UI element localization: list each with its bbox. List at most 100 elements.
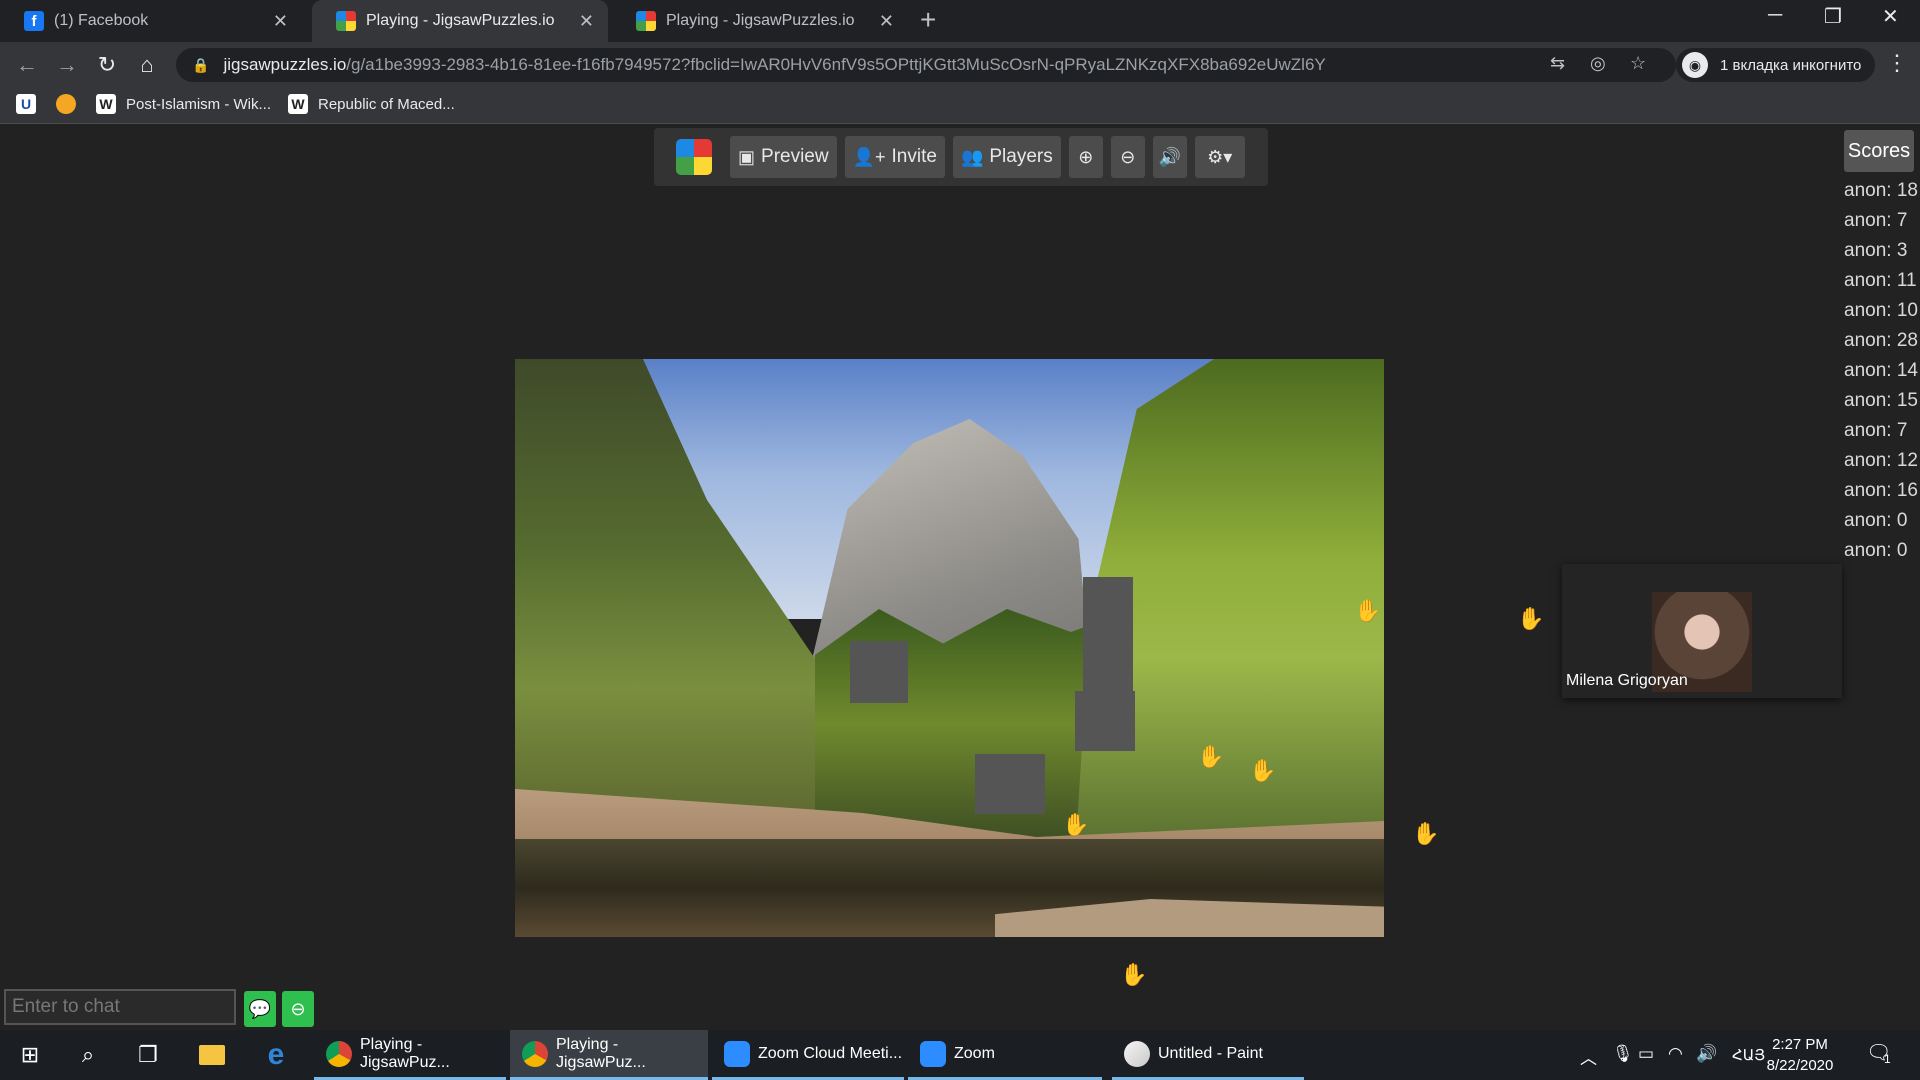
chevron-up-icon[interactable]: ︿ xyxy=(1580,1044,1597,1069)
new-tab-button[interactable]: + xyxy=(920,4,936,36)
search-icon[interactable]: ⌕ xyxy=(64,1030,112,1080)
chat-minimize-button[interactable]: ⊖ xyxy=(282,991,314,1027)
score-row: anon: 7 xyxy=(1844,420,1908,441)
tab-title: (1) Facebook xyxy=(54,12,149,29)
hand-cursor-icon: ✋ xyxy=(1062,812,1090,837)
taskbar-clock[interactable]: 2:27 PM 8/22/2020 xyxy=(1752,1034,1848,1076)
zoom-icon xyxy=(920,1040,946,1067)
battery-icon[interactable]: ▭ xyxy=(1638,1044,1654,1064)
chrome-icon xyxy=(326,1040,352,1067)
u-icon: U xyxy=(16,94,36,114)
notification-count: 1 xyxy=(1884,1052,1891,1066)
taskbar-app-zoom-meetings[interactable]: Zoom Cloud Meeti... xyxy=(712,1030,904,1080)
clock-time: 2:27 PM xyxy=(1772,1036,1828,1053)
translate-icon[interactable]: ⇆ xyxy=(1550,53,1565,74)
reload-icon[interactable]: ↻ xyxy=(92,50,122,80)
hand-cursor-icon: ✋ xyxy=(1249,758,1277,783)
back-icon[interactable]: ← xyxy=(12,50,42,80)
incognito-indicator[interactable]: ◉ 1 вкладка инкогнито xyxy=(1676,48,1876,82)
taskbar-app-zoom[interactable]: Zoom xyxy=(908,1030,1102,1080)
home-icon[interactable]: ⌂ xyxy=(132,50,162,80)
users-icon: 👥 xyxy=(960,146,984,167)
windows-start-icon[interactable]: ⊞ xyxy=(6,1030,54,1080)
eye-off-icon[interactable]: ◎ xyxy=(1590,53,1606,74)
jigsaw-icon xyxy=(336,11,356,31)
address-bar[interactable]: 🔒 jigsawpuzzles.io /g/a1be3993-2983-4b16… xyxy=(176,48,1676,82)
volume-icon[interactable]: 🔊 xyxy=(1696,1044,1717,1064)
missing-piece-slot[interactable] xyxy=(1075,691,1135,751)
close-icon[interactable]: ✕ xyxy=(579,11,594,32)
facebook-icon: f xyxy=(24,11,44,31)
browser-toolbar: ← → ↻ ⌂ 🔒 jigsawpuzzles.io /g/a1be3993-2… xyxy=(0,42,1920,88)
bookmark-republic-maced[interactable]: W Republic of Maced... xyxy=(288,94,455,114)
scores-list: anon: 18 anon: 7 anon: 3 anon: 11 anon: … xyxy=(1844,176,1920,566)
window-close-icon[interactable]: ✕ xyxy=(1882,4,1899,29)
taskbar-app-label: Playing - JigsawPuz... xyxy=(360,1035,450,1071)
tab-jigsaw[interactable]: Playing - JigsawPuzzles.io ✕ xyxy=(612,0,908,42)
missing-piece-slot[interactable] xyxy=(850,641,908,703)
task-view-icon[interactable]: ❐ xyxy=(124,1030,172,1080)
tab-jigsaw-active[interactable]: Playing - JigsawPuzzles.io ✕ xyxy=(312,0,608,42)
preview-button[interactable]: ▣ Preview xyxy=(730,136,837,178)
chat-input[interactable] xyxy=(4,989,236,1025)
sound-button[interactable]: 🔊 xyxy=(1152,136,1187,178)
tab-facebook[interactable]: f (1) Facebook ✕ xyxy=(0,0,302,42)
wifi-icon[interactable]: ◠ xyxy=(1668,1044,1683,1064)
zoom-in-icon: ⊕ xyxy=(1078,146,1094,167)
bookmark-post-islamism[interactable]: W Post-Islamism - Wik... xyxy=(96,94,271,114)
forward-icon[interactable]: → xyxy=(52,50,82,80)
taskbar-app-label: Untitled - Paint xyxy=(1158,1044,1263,1062)
minimize-icon[interactable]: ─ xyxy=(1768,4,1782,27)
video-participant-card[interactable]: Milena Grigoryan xyxy=(1562,564,1842,698)
zoom-icon xyxy=(724,1040,750,1067)
missing-piece-slot[interactable] xyxy=(975,754,1045,814)
lock-icon[interactable]: 🔒 xyxy=(192,57,209,74)
missing-piece-slot[interactable] xyxy=(1083,577,1133,697)
taskbar-app-label: Playing - JigsawPuz... xyxy=(556,1035,646,1071)
restore-icon[interactable]: ❐ xyxy=(1824,4,1842,29)
puzzle-board[interactable] xyxy=(515,359,1384,937)
url-path: /g/a1be3993-2983-4b16-81ee-f16fb7949572?… xyxy=(346,55,1326,74)
score-row: anon: 10 xyxy=(1844,300,1918,321)
star-icon[interactable]: ☆ xyxy=(1630,53,1646,74)
edge-icon[interactable]: e xyxy=(252,1030,300,1080)
players-button[interactable]: 👥 Players xyxy=(952,136,1061,178)
paint-icon xyxy=(1124,1040,1150,1067)
invite-label: Invite xyxy=(891,146,937,167)
incognito-icon: ◉ xyxy=(1682,52,1708,78)
windows-taskbar: ⊞ ⌕ ❐ e Playing - JigsawPuz... Playing -… xyxy=(0,1030,1920,1080)
game-toolbar: ▣ Preview 👤+ Invite 👥 Players ⊕ ⊖ 🔊 ⚙▾ xyxy=(654,128,1268,186)
score-row: anon: 14 xyxy=(1844,360,1918,381)
close-icon[interactable]: ✕ xyxy=(879,11,894,32)
jigsaw-logo[interactable] xyxy=(676,139,712,175)
image-icon: ▣ xyxy=(738,146,756,167)
taskbar-app-paint[interactable]: Untitled - Paint xyxy=(1112,1030,1304,1080)
url-host: jigsawpuzzles.io xyxy=(223,55,347,74)
bookmark-u[interactable]: U xyxy=(16,94,46,114)
volume-icon: 🔊 xyxy=(1158,146,1181,167)
user-plus-icon: 👤+ xyxy=(852,146,886,167)
wikipedia-icon: W xyxy=(96,94,116,114)
zoom-out-button[interactable]: ⊖ xyxy=(1110,136,1145,178)
hand-cursor-icon: ✋ xyxy=(1412,821,1440,846)
invite-button[interactable]: 👤+ Invite xyxy=(844,136,945,178)
score-row: anon: 0 xyxy=(1844,510,1908,531)
file-explorer-icon[interactable] xyxy=(188,1030,236,1080)
chat-send-button[interactable]: 💬 xyxy=(244,991,276,1027)
taskbar-app-chrome-2[interactable]: Playing - JigsawPuz... xyxy=(510,1030,708,1080)
scores-button[interactable]: Scores xyxy=(1844,130,1914,172)
tab-title: Playing - JigsawPuzzles.io xyxy=(366,12,555,29)
microphone-icon[interactable]: 🎙 xyxy=(1612,1044,1634,1064)
browser-menu-icon[interactable]: ⋮ xyxy=(1886,50,1908,76)
minus-circle-icon: ⊖ xyxy=(290,999,306,1019)
settings-button[interactable]: ⚙▾ xyxy=(1194,136,1245,178)
bookmark-orange[interactable] xyxy=(56,94,86,114)
score-row: anon: 0 xyxy=(1844,540,1908,561)
zoom-in-button[interactable]: ⊕ xyxy=(1068,136,1103,178)
gear-icon: ⚙▾ xyxy=(1207,146,1233,167)
taskbar-app-chrome-1[interactable]: Playing - JigsawPuz... xyxy=(314,1030,506,1080)
taskbar-app-label: Zoom Cloud Meeti... xyxy=(758,1044,903,1062)
close-icon[interactable]: ✕ xyxy=(273,11,288,32)
participant-name: Milena Grigoryan xyxy=(1566,672,1688,689)
score-row: anon: 16 xyxy=(1844,480,1918,501)
